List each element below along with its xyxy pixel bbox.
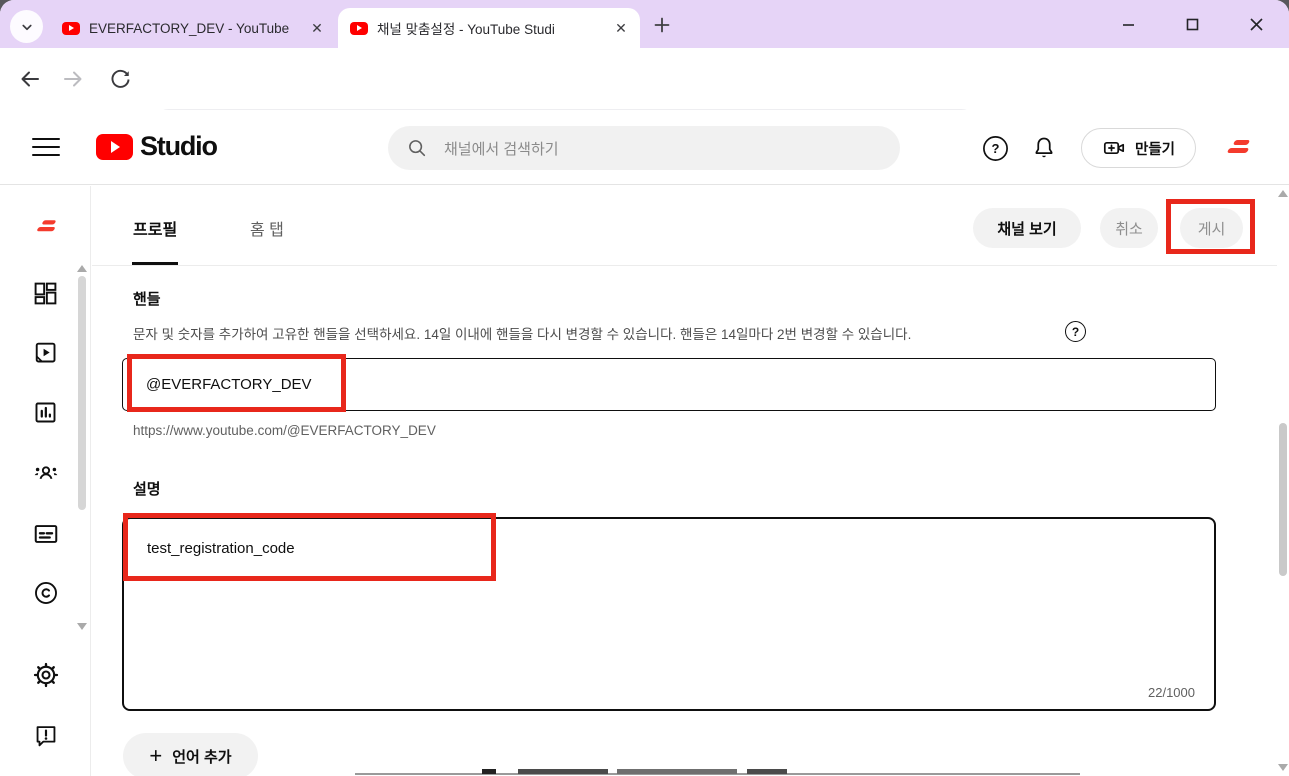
create-button[interactable]: 만들기 <box>1081 128 1196 168</box>
youtube-favicon <box>62 19 80 37</box>
view-channel-button[interactable]: 채널 보기 <box>973 208 1081 248</box>
reload-icon <box>109 68 132 91</box>
window-controls <box>1115 0 1281 48</box>
cancel-button[interactable]: 취소 <box>1100 208 1158 248</box>
video-plus-icon <box>1102 136 1126 160</box>
handle-description: 문자 및 숫자를 추가하여 고유한 핸들을 선택하세요. 14일 이내에 핸들을… <box>133 323 911 343</box>
svg-text:?: ? <box>991 141 999 156</box>
content-videos-icon <box>32 339 59 366</box>
sidebar-item-subtitles[interactable] <box>0 510 91 558</box>
new-tab-button[interactable] <box>650 13 674 37</box>
help-button[interactable]: ? <box>981 134 1009 162</box>
help-icon: ? <box>982 135 1009 162</box>
browser-tab-active[interactable]: 채널 맞춤설정 - YouTube Studi ✕ <box>338 8 640 48</box>
copyright-icon <box>32 579 60 607</box>
add-language-label: 언어 추가 <box>172 746 231 767</box>
youtube-favicon <box>350 19 368 37</box>
customization-page: 프로필 홈 탭 채널 보기 취소 게시 핸들 문자 및 숫자를 추가하여 고유한… <box>92 186 1277 776</box>
desktop-background: EVERFACTORY_DEV - YouTube ✕ 채널 맞춤설정 - Yo… <box>0 0 1289 776</box>
scrollbar-up-arrow[interactable] <box>1278 190 1288 197</box>
search-icon <box>406 137 428 159</box>
search-placeholder: 채널에서 검색하기 <box>444 138 559 159</box>
community-icon <box>32 459 60 487</box>
page-tab-strip: 프로필 홈 탭 채널 보기 취소 게시 <box>92 186 1277 266</box>
youtube-play-icon <box>96 134 133 160</box>
dashboard-icon <box>32 280 59 307</box>
description-heading: 설명 <box>133 478 161 499</box>
sidebar-item-community[interactable] <box>0 449 91 497</box>
tab-close-icon[interactable]: ✕ <box>612 19 630 37</box>
back-button[interactable] <box>15 64 45 94</box>
sidebar-item-copyright[interactable] <box>0 569 91 617</box>
notifications-button[interactable] <box>1030 134 1058 162</box>
subtitles-icon <box>32 520 60 548</box>
sidebar-item-dashboard[interactable] <box>0 269 91 317</box>
tab-close-icon[interactable]: ✕ <box>308 19 326 37</box>
add-language-button[interactable]: + 언어 추가 <box>123 733 258 776</box>
back-arrow-icon <box>18 67 42 91</box>
sidebar-item-settings[interactable] <box>0 651 91 699</box>
sidebar-item-analytics[interactable] <box>0 388 91 436</box>
forward-arrow-icon <box>61 67 85 91</box>
everfactory-logo-icon <box>32 217 59 237</box>
maximize-button[interactable] <box>1179 11 1205 37</box>
studio-search-bar[interactable]: 채널에서 검색하기 <box>388 126 900 170</box>
tab-home[interactable]: 홈 탭 <box>250 216 284 240</box>
tab-title: EVERFACTORY_DEV - YouTube <box>89 21 300 36</box>
page-scrollbar-thumb[interactable] <box>1279 423 1287 576</box>
plus-icon: + <box>149 745 162 767</box>
browser-tab-bar: EVERFACTORY_DEV - YouTube ✕ 채널 맞춤설정 - Yo… <box>0 0 1289 48</box>
sidebar-scroll-down[interactable] <box>77 623 87 630</box>
gear-icon <box>32 661 60 689</box>
browser-toolbar: studio.youtube.com/channel/UCoMXZlOaDyjp… <box>0 48 1289 110</box>
handle-help-icon[interactable]: ? <box>1065 321 1086 342</box>
scrollbar-down-arrow[interactable] <box>1278 764 1288 771</box>
close-button[interactable] <box>1243 11 1269 37</box>
plus-icon <box>654 17 670 33</box>
tab-title: 채널 맞춤설정 - YouTube Studi <box>377 18 604 38</box>
annotation-box-description <box>123 513 496 581</box>
create-button-label: 만들기 <box>1135 138 1175 159</box>
studio-logo-text: Studio <box>140 131 217 162</box>
annotation-box-publish <box>1166 199 1255 254</box>
browser-tab-inactive[interactable]: EVERFACTORY_DEV - YouTube ✕ <box>50 8 336 48</box>
forward-button[interactable] <box>58 64 88 94</box>
page-scrollbar[interactable] <box>1277 186 1289 776</box>
chevron-down-icon <box>18 18 36 36</box>
tab-search-button[interactable] <box>10 10 43 43</box>
sidebar-item-content[interactable] <box>0 328 91 376</box>
everfactory-logo-icon <box>1222 136 1254 160</box>
char-counter: 22/1000 <box>1148 685 1195 700</box>
hamburger-menu-icon[interactable] <box>32 135 60 159</box>
annotation-box-handle <box>127 354 346 412</box>
studio-sidebar <box>0 186 91 776</box>
analytics-icon <box>32 399 59 426</box>
handle-heading: 핸들 <box>133 288 161 309</box>
channel-avatar-logo[interactable] <box>1222 136 1254 160</box>
clipped-next-row <box>355 769 1080 776</box>
feedback-icon <box>33 723 59 749</box>
tab-profile[interactable]: 프로필 <box>133 216 177 240</box>
sidebar-channel-avatar[interactable] <box>0 203 91 251</box>
handle-url-preview: https://www.youtube.com/@EVERFACTORY_DEV <box>133 423 436 438</box>
reload-button[interactable] <box>105 64 135 94</box>
bell-icon <box>1031 135 1057 161</box>
sidebar-item-feedback[interactable] <box>0 712 91 760</box>
youtube-studio-logo[interactable]: Studio <box>96 131 217 162</box>
browser-window: EVERFACTORY_DEV - YouTube ✕ 채널 맞춤설정 - Yo… <box>0 0 1289 776</box>
minimize-button[interactable] <box>1115 11 1141 37</box>
